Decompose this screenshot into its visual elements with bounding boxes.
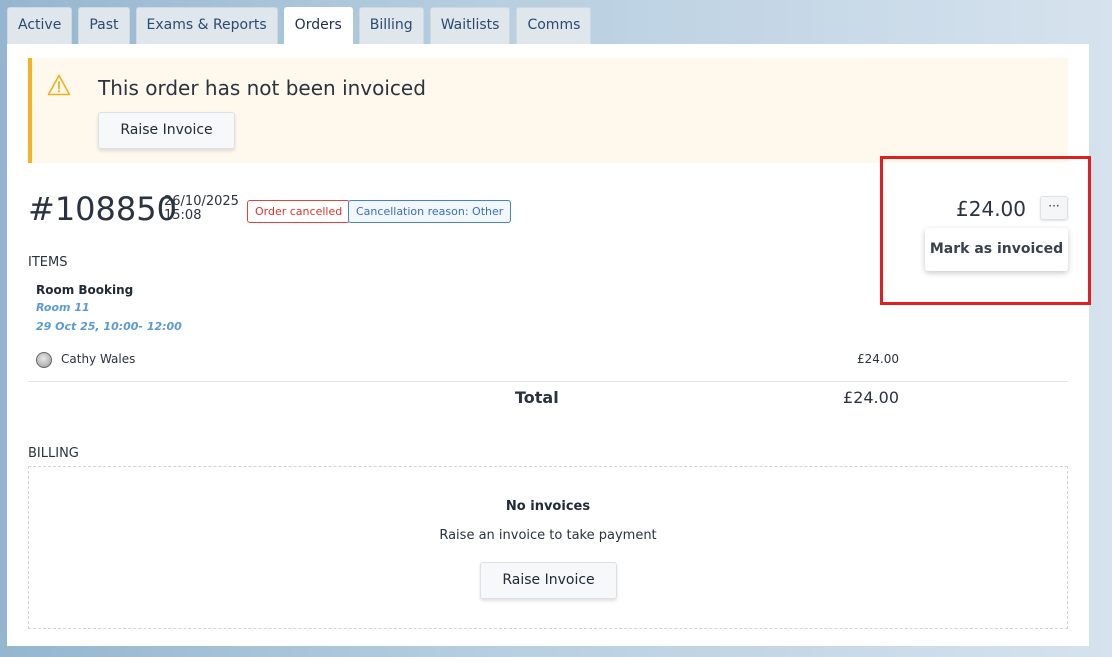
line-price: £24.00 (857, 352, 899, 366)
mark-as-invoiced-menu-item[interactable]: Mark as invoiced (925, 228, 1068, 271)
raise-invoice-button[interactable]: Raise Invoice (98, 112, 235, 149)
billing-empty-title: No invoices (505, 499, 591, 514)
billing-empty-state: No invoices Raise an invoice to take pay… (28, 466, 1068, 629)
order-number: #108850 (28, 190, 177, 228)
billing-raise-invoice-button[interactable]: Raise Invoice (480, 562, 617, 599)
order-date: 26/10/2025 (164, 194, 239, 209)
order-time: 15:08 (164, 208, 202, 223)
item-slot-link[interactable]: 29 Oct 25, 10:00- 12:00 (36, 320, 182, 333)
tab-billing[interactable]: Billing (358, 7, 424, 44)
not-invoiced-alert: This order has not been invoiced Raise I… (28, 58, 1068, 163)
order-datetime: 26/10/2025 15:08 (164, 195, 239, 223)
order-actions-menu: Mark as invoiced (925, 228, 1068, 271)
status-badge: Order cancelled (247, 200, 351, 223)
items-section-label: ITEMS (28, 255, 68, 270)
tab-comms[interactable]: Comms (516, 7, 592, 44)
tab-exams-reports[interactable]: Exams & Reports (135, 7, 278, 44)
item-title: Room Booking (36, 283, 134, 297)
order-panel: This order has not been invoiced Raise I… (7, 44, 1091, 646)
tab-waitlists[interactable]: Waitlists (429, 7, 511, 44)
person-name: Cathy Wales (61, 352, 136, 366)
warning-icon (47, 74, 71, 96)
total-value: £24.00 (843, 388, 899, 407)
tab-orders[interactable]: Orders (283, 7, 353, 44)
order-total: £24.00 (956, 197, 1026, 221)
divider (28, 381, 1068, 382)
avatar (36, 352, 52, 368)
tab-bar: Active Past Exams & Reports Orders Billi… (7, 7, 592, 44)
more-options-button[interactable]: ··· (1040, 196, 1068, 220)
cancellation-reason-badge: Cancellation reason: Other (348, 200, 512, 223)
item-room-link[interactable]: Room 11 (36, 301, 90, 314)
tab-past[interactable]: Past (78, 7, 130, 44)
billing-section-label: BILLING (28, 446, 79, 461)
tab-active[interactable]: Active (7, 7, 73, 44)
total-label: Total (515, 388, 559, 407)
billing-empty-text: Raise an invoice to take payment (439, 528, 657, 543)
alert-title: This order has not been invoiced (98, 76, 426, 100)
